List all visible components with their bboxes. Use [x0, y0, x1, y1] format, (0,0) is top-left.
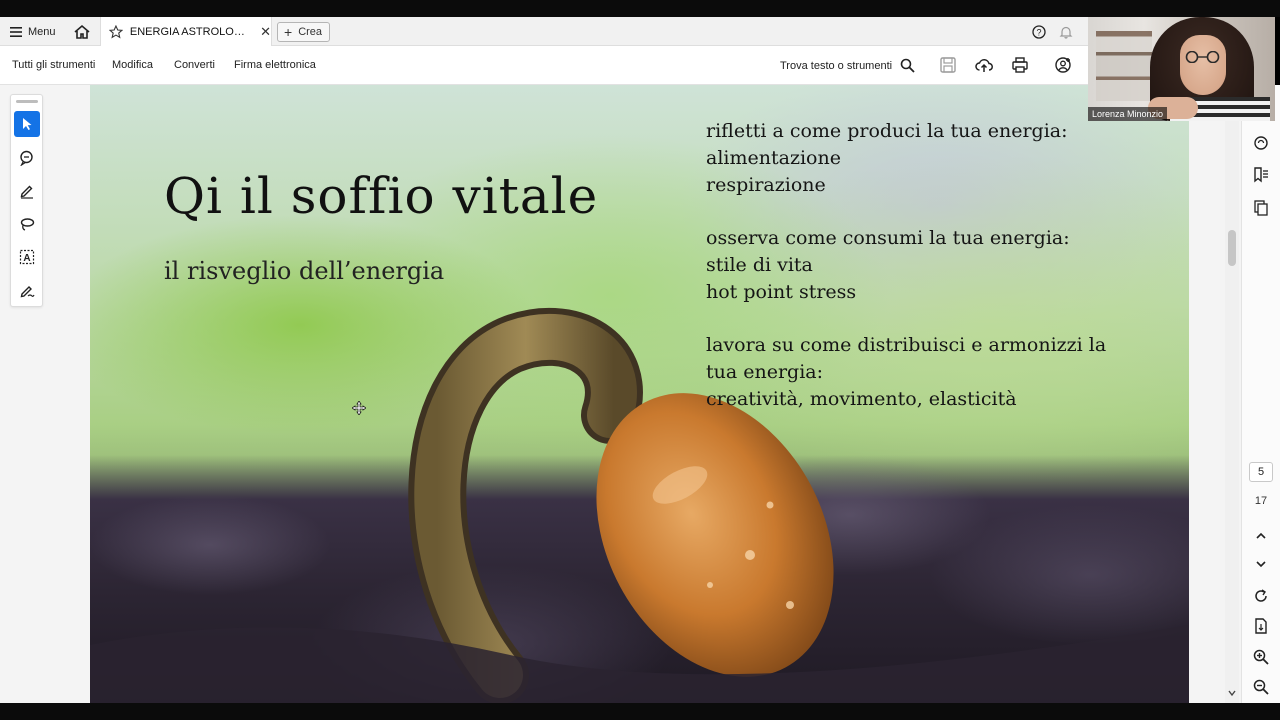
- find-label: Trova testo o strumenti: [780, 59, 893, 72]
- select-arrow-icon: [23, 118, 32, 130]
- glasses-icon: [1185, 51, 1220, 63]
- document-tab-title: ENERGIA ASTROLOG...: [129, 25, 250, 38]
- lasso-draw-icon: [20, 218, 35, 231]
- comment-add-icon: [20, 150, 33, 166]
- bookmark-list-icon[interactable]: [1252, 166, 1270, 184]
- search-icon: [900, 58, 915, 73]
- svg-text:?: ?: [1036, 28, 1041, 38]
- add-comment-tool[interactable]: [14, 145, 40, 171]
- share-user-icon[interactable]: [1054, 56, 1072, 74]
- webcam-video: Lorenza Minonzio: [1088, 17, 1275, 121]
- help-icon[interactable]: ?: [1032, 25, 1046, 39]
- body-line: osserva come consumi la tua energia:: [706, 227, 1070, 249]
- select-tool[interactable]: [14, 111, 40, 137]
- tab-bar: Menu ENERGIA ASTROLOG... ✕ + Crea ?: [0, 17, 1088, 46]
- menu-button[interactable]: Menu: [10, 23, 56, 41]
- svg-text:A: A: [23, 253, 30, 264]
- create-label: Crea: [298, 26, 323, 38]
- text-box-icon: A: [19, 249, 35, 265]
- body-line: stile di vita: [706, 254, 813, 276]
- top-letterbox: [0, 0, 1280, 17]
- body-line: alimentazione: [706, 147, 841, 169]
- scroll-down-arrow-icon[interactable]: [1227, 688, 1237, 698]
- slide-title: Qi il soffio vitale: [164, 167, 599, 225]
- presenter-face: [1180, 35, 1226, 95]
- move-cursor-icon: [352, 401, 366, 415]
- chevron-down-icon[interactable]: [1252, 555, 1270, 573]
- find-text-tools[interactable]: Trova testo o strumenti: [780, 58, 915, 73]
- slide-body: rifletti a come produci la tua energia: …: [706, 118, 1146, 439]
- paragraph-produce: rifletti a come produci la tua energia: …: [706, 118, 1146, 199]
- body-line: tua energia:: [706, 361, 824, 383]
- hamburger-icon: [10, 27, 22, 37]
- zoom-in-icon[interactable]: [1252, 648, 1270, 666]
- body-line: creatività, movimento, elasticità: [706, 388, 1017, 410]
- close-icon[interactable]: ✕: [260, 24, 271, 40]
- text-box-tool[interactable]: A: [14, 244, 40, 270]
- slide-subtitle: il risveglio dell’energia: [164, 257, 445, 285]
- sign-tool[interactable]: [14, 277, 40, 303]
- highlight-pen-icon: [20, 185, 33, 199]
- print-icon[interactable]: [1011, 56, 1029, 74]
- chevron-up-icon[interactable]: [1252, 527, 1270, 545]
- bottom-letterbox: [0, 703, 1280, 720]
- star-icon[interactable]: [109, 24, 123, 39]
- home-icon[interactable]: [73, 23, 91, 41]
- toolbar-edit[interactable]: Modifica: [112, 59, 153, 71]
- cloud-upload-icon[interactable]: [975, 56, 993, 74]
- paragraph-consume: osserva come consumi la tua energia: sti…: [706, 225, 1146, 306]
- save-icon[interactable]: [939, 56, 957, 74]
- toolbar-convert[interactable]: Converti: [174, 59, 215, 71]
- refresh-icon[interactable]: [1252, 587, 1270, 605]
- tab-document[interactable]: ENERGIA ASTROLOG... ✕: [100, 17, 272, 46]
- scrollbar-thumb[interactable]: [1228, 230, 1236, 266]
- bookshelf: [1096, 31, 1152, 101]
- toolbar-e-signature[interactable]: Firma elettronica: [234, 59, 316, 71]
- create-button[interactable]: + Crea: [277, 22, 330, 42]
- body-line: rifletti a come produci la tua energia:: [706, 120, 1068, 142]
- bell-icon[interactable]: [1059, 25, 1073, 39]
- current-page-input[interactable]: 5: [1249, 462, 1273, 482]
- quick-tools-panel: A: [10, 94, 43, 307]
- body-line: lavora su come distribuisci e armonizzi …: [706, 334, 1107, 356]
- highlight-tool[interactable]: [14, 178, 40, 204]
- document-export-icon[interactable]: [1252, 617, 1270, 635]
- vertical-scrollbar[interactable]: [1225, 85, 1239, 703]
- zoom-out-icon[interactable]: [1252, 678, 1270, 696]
- draw-tool[interactable]: [14, 211, 40, 237]
- plus-icon: +: [284, 24, 293, 40]
- total-pages: 17: [1254, 495, 1268, 507]
- document-page[interactable]: Qi il soffio vitale il risveglio dell’en…: [90, 85, 1189, 703]
- main-toolbar: Tutti gli strumenti Modifica Converti Fi…: [0, 46, 1088, 85]
- panel-grip[interactable]: [16, 100, 38, 103]
- body-line: hot point stress: [706, 281, 857, 303]
- signature-pen-icon: [20, 286, 35, 298]
- participant-name: Lorenza Minonzio: [1088, 107, 1168, 121]
- comment-icon[interactable]: [1252, 134, 1270, 152]
- menu-label: Menu: [28, 26, 56, 38]
- pages-copy-icon[interactable]: [1252, 199, 1270, 217]
- paragraph-distribute: lavora su come distribuisci e armonizzi …: [706, 332, 1146, 413]
- body-line: respirazione: [706, 174, 826, 196]
- toolbar-all-tools[interactable]: Tutti gli strumenti: [12, 59, 95, 71]
